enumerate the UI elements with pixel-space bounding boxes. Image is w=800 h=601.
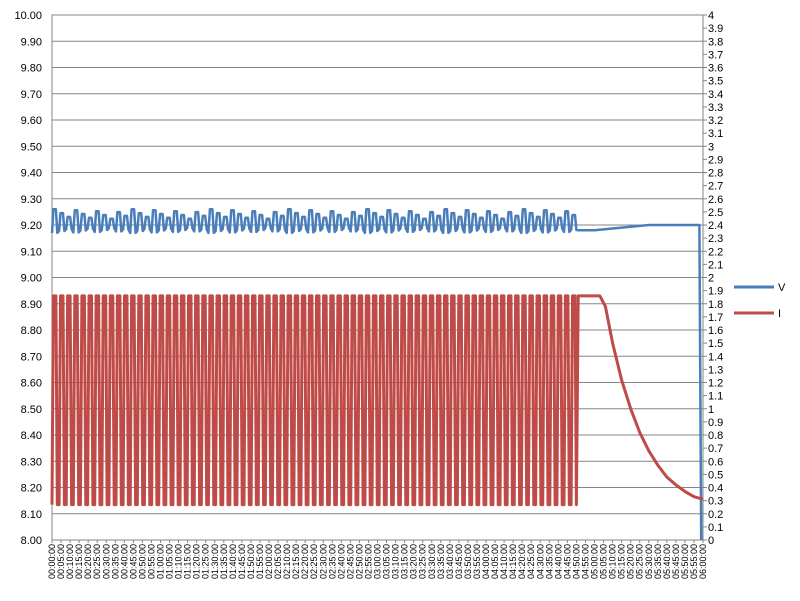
y-right-tick-label: 1.2 [708, 378, 723, 390]
y-right-tick-label: 3.4 [708, 89, 723, 101]
y-left-tick-label: 8.50 [21, 404, 42, 416]
y-left-tick-label: 8.30 [21, 456, 42, 468]
y-right-tick-label: 1.8 [708, 299, 723, 311]
y-left-tick-label: 8.60 [21, 378, 42, 390]
y-right-tick-label: 4 [708, 10, 714, 22]
y-right-tick-label: 3.6 [708, 63, 723, 75]
y-left-tick-label: 8.80 [21, 325, 42, 337]
y-right-tick-label: 2.3 [708, 233, 723, 245]
y-left-tick-label: 9.00 [21, 273, 42, 285]
chart: 8.00 8.10 8.20 8.30 8.40 8.50 8.60 8.70 8.80 8.90… [0, 0, 800, 601]
y-right-tick-label: 1.3 [708, 364, 723, 376]
y-left-tick-label: 8.00 [21, 535, 42, 547]
y-right-tick-label: 0.3 [708, 496, 723, 508]
y-right-tick-label: 1 [708, 404, 714, 416]
y-right-tick-label: 0.9 [708, 417, 723, 429]
y-right-tick-label: 1.1 [708, 391, 723, 403]
y-right-tick-label: 0.7 [708, 443, 723, 455]
y-left-tick-label: 9.60 [21, 115, 42, 127]
y-left-tick-label: 10.00 [14, 10, 42, 22]
y-right-tick-label: 0 [708, 535, 714, 547]
y-right-tick-label: 2.8 [708, 168, 723, 180]
y-right-tick-label: 0.6 [708, 456, 723, 468]
y-right-tick-label: 0.8 [708, 430, 723, 442]
y-right-tick-label: 3.9 [708, 23, 723, 35]
y-right-tick-label: 0.4 [708, 483, 723, 495]
y-right-tick-label: 1.5 [708, 338, 723, 350]
y-right-tick-label: 3.5 [708, 76, 723, 88]
y-right-tick-label: 0.5 [708, 469, 723, 481]
y-right-tick-label: 1.6 [708, 325, 723, 337]
y-right-tick-label: 3.2 [708, 115, 723, 127]
x-tick-label: 06:00:00 [698, 544, 708, 579]
y-right-tick-label: 0.2 [708, 509, 723, 521]
y-right-tick-label: 3.3 [708, 102, 723, 114]
y-left-tick-label: 9.50 [21, 141, 42, 153]
legend-label-i: I [778, 308, 781, 320]
y-right-tick-label: 3.8 [708, 36, 723, 48]
y-right-tick-label: 2.7 [708, 181, 723, 193]
y-right-tick-label: 2.6 [708, 194, 723, 206]
y-right-tick-label: 3.1 [708, 128, 723, 140]
y-right-tick-label: 0.1 [708, 522, 723, 534]
y-right-tick-label: 1.9 [708, 286, 723, 298]
y-right-tick-label: 2.4 [708, 220, 723, 232]
y-left-tick-label: 9.20 [21, 220, 42, 232]
y-right-tick-label: 1.4 [708, 351, 723, 363]
y-right-tick-label: 2.5 [708, 207, 723, 219]
y-left-tick-label: 9.70 [21, 89, 42, 101]
y-left-tick-label: 8.20 [21, 483, 42, 495]
y-left-tick-label: 8.90 [21, 299, 42, 311]
legend-label-v: V [778, 282, 786, 294]
y-right-tick-label: 2.9 [708, 154, 723, 166]
y-left-tick-label: 9.90 [21, 36, 42, 48]
y-right-tick-label: 1.7 [708, 312, 723, 324]
y-right-tick-label: 2.2 [708, 246, 723, 258]
y-left-tick-label: 8.70 [21, 351, 42, 363]
y-right-tick-label: 3 [708, 141, 714, 153]
y-left-tick-label: 8.40 [21, 430, 42, 442]
y-right-tick-label: 3.7 [708, 49, 723, 61]
y-left-tick-label: 9.40 [21, 168, 42, 180]
y-right-tick-label: 2.1 [708, 259, 723, 271]
x-axis: 00:00:00 00:05:00 00:10:00 00:15:00 00:20:00… [47, 540, 708, 579]
y-right-tick-label: 2 [708, 273, 714, 285]
y-left-tick-label: 8.10 [21, 509, 42, 521]
y-left-tick-label: 9.30 [21, 194, 42, 206]
y-left-tick-label: 9.10 [21, 246, 42, 258]
y-left-tick-label: 9.80 [21, 63, 42, 75]
